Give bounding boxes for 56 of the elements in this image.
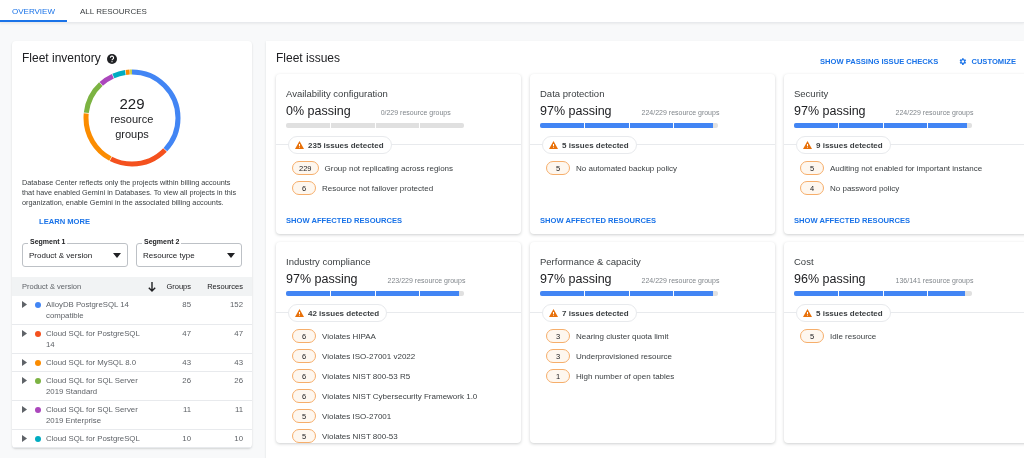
- issues-detected-chip: 42 issues detected: [288, 304, 388, 322]
- warning-icon: [295, 309, 304, 317]
- sort-arrow-icon[interactable]: [148, 281, 156, 292]
- issue-text: Group not replicating across regions: [324, 163, 454, 173]
- passing-percent: 96% passing: [794, 272, 866, 286]
- tab[interactable]: ALL RESOURCES: [67, 0, 163, 22]
- issue-text: Violates ISO-27001 v2022: [322, 351, 416, 361]
- issue-text: Resource not failover protected: [322, 183, 434, 193]
- warning-icon: [803, 141, 812, 149]
- issue-text: No password policy: [830, 183, 900, 193]
- issue-text: Violates HIPAA: [322, 331, 376, 341]
- card-title: Availability configuration: [286, 88, 388, 99]
- dropdown-caret-icon: [227, 252, 235, 258]
- panel-title: Fleet issues: [276, 50, 341, 65]
- expand-arrow-icon[interactable]: [22, 435, 27, 442]
- issue-text: High number of open tables: [576, 371, 675, 381]
- issue-text: Violates NIST Cybersecurity Framework 1.0: [322, 391, 478, 401]
- issues-detected-chip: 5 issues detected: [542, 136, 637, 154]
- card-title: Fleet inventory: [22, 51, 101, 65]
- issue-text: Violates NIST 800-53: [322, 431, 398, 441]
- issues-detected-chip: 9 issues detected: [796, 136, 891, 154]
- issue-text: Violates NIST 800-53 R5: [322, 371, 411, 381]
- issue-text: Violates ISO-27001: [322, 411, 392, 421]
- expand-arrow-icon[interactable]: [22, 301, 27, 308]
- issues-detected-chip: 235 issues detected: [288, 136, 392, 154]
- expand-arrow-icon[interactable]: [22, 406, 27, 413]
- issue-text: Nearing cluster quota limit: [576, 331, 669, 341]
- dropdown-caret-icon: [113, 252, 121, 258]
- card-title: Cost: [794, 256, 814, 267]
- passing-percent: 97% passing: [540, 272, 612, 286]
- warning-icon: [803, 309, 812, 317]
- total-label: resource groups: [109, 111, 155, 142]
- passing-percent: 97% passing: [540, 104, 612, 118]
- card-title: Security: [794, 88, 829, 99]
- expand-arrow-icon[interactable]: [22, 359, 27, 366]
- issue-text: Idle resource: [830, 331, 877, 341]
- warning-icon: [549, 141, 558, 149]
- settings-icon: [958, 57, 968, 66]
- passing-percent: 0% passing: [286, 104, 351, 118]
- total-count: 229: [119, 94, 145, 112]
- issue-text: No automated backup policy: [576, 163, 677, 173]
- expand-arrow-icon[interactable]: [22, 330, 27, 337]
- issue-text: Auditing not enabled for important instance: [830, 163, 983, 173]
- expand-arrow-icon[interactable]: [22, 377, 27, 384]
- issues-detected-chip: 7 issues detected: [542, 304, 637, 322]
- tab[interactable]: OVERVIEW: [0, 0, 67, 22]
- card-title: Data protection: [540, 88, 605, 99]
- issues-detected-chip: 5 issues detected: [796, 304, 891, 322]
- passing-percent: 97% passing: [286, 272, 358, 286]
- issue-text: Underprovisioned resource: [576, 351, 673, 361]
- passing-percent: 97% passing: [794, 104, 866, 118]
- card-title: Industry compliance: [286, 256, 371, 267]
- warning-icon: [295, 141, 304, 149]
- warning-icon: [549, 309, 558, 317]
- card-title: Performance & capacity: [540, 256, 641, 267]
- help-icon[interactable]: [106, 53, 117, 64]
